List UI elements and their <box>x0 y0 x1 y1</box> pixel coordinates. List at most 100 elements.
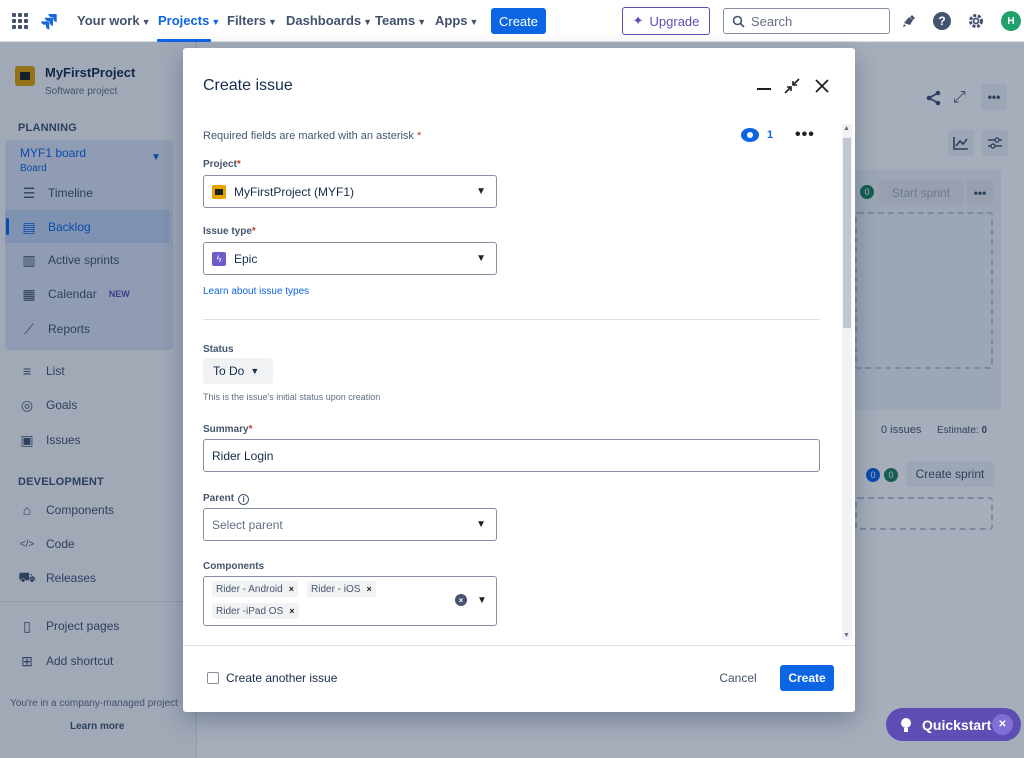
nav-item-label: Teams <box>375 13 416 28</box>
required-asterisk: * <box>417 130 422 142</box>
component-chip-label: Rider - iOS <box>311 583 361 595</box>
nav-item-dashboards[interactable]: Dashboards ▼ <box>286 13 372 28</box>
create-another-label[interactable]: Create another issue <box>226 671 337 685</box>
nav-item-filters[interactable]: Filters ▼ <box>227 13 277 28</box>
scroll-up-icon[interactable]: ▲ <box>843 125 850 132</box>
lightbulb-icon <box>900 717 912 732</box>
section-divider <box>203 319 820 320</box>
upgrade-label: Upgrade <box>649 13 700 29</box>
search-icon <box>732 15 745 28</box>
top-navigation: Your work ▼ Projects ▼ Filters ▼ Dashboards ▼ Te… <box>0 0 1024 42</box>
project-required-asterisk: * <box>236 159 241 170</box>
minimize-icon[interactable] <box>753 75 775 97</box>
component-chip-label: Rider - Android <box>216 583 283 595</box>
eye-icon <box>741 128 759 142</box>
create-issue-dialog: Create issue Required fields are marked … <box>183 48 855 712</box>
info-icon[interactable]: i <box>238 494 250 505</box>
dialog-title: Create issue <box>203 77 293 94</box>
project-label-text: Project <box>203 159 237 170</box>
nav-item-your-work[interactable]: Your work ▼ <box>77 13 151 28</box>
chevron-down-icon: ▼ <box>476 519 486 530</box>
upgrade-button[interactable]: ✦ Upgrade <box>622 7 710 35</box>
parent-field-label: Parent i <box>203 493 250 505</box>
chevron-down-icon: ▼ <box>476 253 486 264</box>
parent-select[interactable]: Select parent ▼ <box>203 508 497 541</box>
nav-item-label: Projects <box>158 13 210 28</box>
component-chip-label: Rider -iPad OS <box>216 605 284 617</box>
nav-item-label: Apps <box>435 13 468 28</box>
issue-type-select[interactable]: ϟ Epic ▼ <box>203 242 497 275</box>
cancel-button[interactable]: Cancel <box>711 665 765 691</box>
quickstart-button[interactable]: Quickstart ✕ <box>886 708 1021 741</box>
status-value: To Do <box>213 364 245 378</box>
help-icon[interactable]: ? <box>932 11 952 31</box>
summary-field-label: Summary* <box>203 424 252 435</box>
learn-issue-types-link[interactable]: Learn about issue types <box>203 286 309 297</box>
notifications-icon[interactable] <box>899 11 919 31</box>
status-field-label: Status <box>203 344 234 355</box>
nav-item-apps[interactable]: Apps ▼ <box>435 13 478 28</box>
summary-label-text: Summary <box>203 424 249 435</box>
issue-type-required-asterisk: * <box>251 226 256 237</box>
issue-type-field-label: Issue type* <box>203 226 256 237</box>
clear-selection-icon[interactable]: × <box>455 594 467 606</box>
chevron-down-icon: ▼ <box>211 17 221 27</box>
nav-item-projects[interactable]: Projects ▼ <box>158 13 220 28</box>
status-dropdown[interactable]: To Do ▼ <box>203 358 273 384</box>
epic-lightning-icon: ϟ <box>212 251 226 266</box>
chevron-down-icon: ▼ <box>268 17 277 27</box>
nav-item-label: Filters <box>227 13 267 28</box>
status-helper-text: This is the issue's initial status upon … <box>203 392 381 402</box>
nav-item-label: Dashboards <box>286 13 362 28</box>
project-avatar-icon <box>212 184 226 199</box>
component-chip: Rider -iPad OS × <box>212 603 299 619</box>
search-placeholder: Search <box>751 13 793 29</box>
remove-chip-icon[interactable]: × <box>366 584 371 594</box>
nav-item-label: Your work <box>77 13 140 28</box>
chevron-down-icon: ▼ <box>250 366 260 376</box>
close-icon[interactable]: ✕ <box>992 714 1013 735</box>
create-issue-button[interactable]: Create <box>780 665 834 691</box>
create-another-checkbox[interactable] <box>207 672 219 684</box>
chevron-down-icon: ▼ <box>469 17 479 27</box>
quickstart-label: Quickstart <box>922 716 992 733</box>
remove-chip-icon[interactable]: × <box>289 584 294 594</box>
project-select[interactable]: MyFirstProject (MYF1) ▼ <box>203 175 497 208</box>
search-input[interactable]: Search <box>723 8 890 34</box>
project-select-value: MyFirstProject (MYF1) <box>234 184 354 199</box>
dialog-more-icon[interactable]: ••• <box>795 126 815 144</box>
summary-value: Rider Login <box>212 448 274 463</box>
project-field-label: Project* <box>203 159 241 170</box>
chevron-down-icon[interactable]: ▼ <box>477 595 487 606</box>
summary-input[interactable]: Rider Login <box>203 439 820 472</box>
nav-item-teams[interactable]: Teams ▼ <box>375 13 426 28</box>
nav-create-button[interactable]: Create <box>491 8 546 34</box>
scroll-down-icon[interactable]: ▼ <box>843 632 850 639</box>
chevron-down-icon: ▼ <box>476 186 486 197</box>
remove-chip-icon[interactable]: × <box>289 606 294 616</box>
scrollbar-thumb[interactable] <box>843 138 851 328</box>
components-field-label: Components <box>203 561 265 572</box>
settings-gear-icon[interactable] <box>966 11 986 31</box>
chevron-down-icon: ▼ <box>141 17 151 27</box>
collapse-icon[interactable] <box>781 75 803 97</box>
issue-type-label-text: Issue type <box>203 226 252 237</box>
chevron-down-icon: ▼ <box>363 17 373 27</box>
required-fields-text: Required fields are marked with an aster… <box>203 130 414 142</box>
component-chip: Rider - Android × <box>212 581 298 597</box>
user-avatar[interactable]: H <box>1001 11 1021 31</box>
chevron-down-icon: ▼ <box>417 17 427 27</box>
jira-logo-icon[interactable] <box>39 11 59 31</box>
required-fields-note: Required fields are marked with an aster… <box>203 130 421 142</box>
watch-button[interactable]: 1 <box>741 128 773 142</box>
summary-required-asterisk: * <box>248 424 253 435</box>
app-switcher-icon[interactable] <box>12 13 28 29</box>
issue-type-value: Epic <box>234 251 258 266</box>
close-icon[interactable] <box>811 75 833 97</box>
parent-placeholder: Select parent <box>212 517 283 532</box>
footer-divider <box>183 645 855 646</box>
component-chip: Rider - iOS × <box>307 581 376 597</box>
components-multiselect[interactable]: Rider - Android × Rider - iOS × Rider -iPa… <box>203 576 497 626</box>
sparkle-icon: ✦ <box>632 13 644 28</box>
watch-count: 1 <box>767 129 774 141</box>
